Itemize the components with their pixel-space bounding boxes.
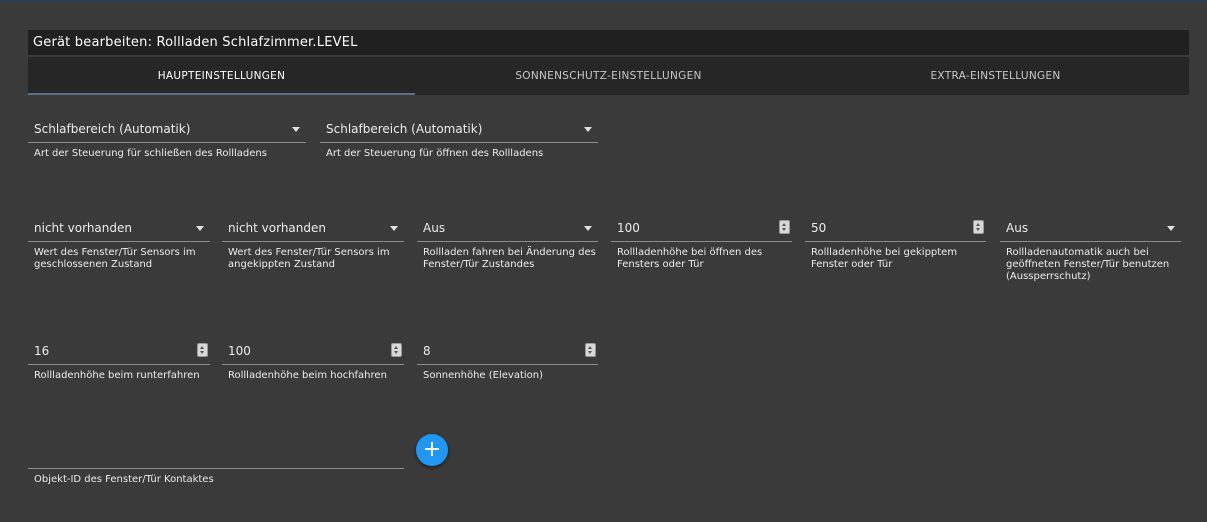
- dropdown-caret-icon: [584, 226, 592, 231]
- tab-main-settings[interactable]: HAUPTEINSTELLUNGEN: [28, 57, 415, 95]
- lockout-protection-value: Aus: [1006, 221, 1029, 235]
- close-mode-label: Art der Steuerung für schließen des Roll…: [34, 148, 267, 159]
- sensor-tilted-label: Wert des Fenster/Tür Sensors im angekipp…: [228, 247, 390, 270]
- add-contact-button[interactable]: +: [416, 434, 448, 466]
- number-spinner-icon[interactable]: [779, 220, 790, 234]
- sun-elevation-input[interactable]: 8: [417, 337, 598, 365]
- height-open-window-value: 100: [617, 221, 640, 235]
- sun-elevation-field: 8 Sonnenhöhe (Elevation): [417, 337, 598, 382]
- contact-id-field: Objekt-ID des Fenster/Tür Kontaktes: [28, 441, 404, 486]
- drive-on-change-field: Aus Rollladen fahren bei Änderung des Fe…: [417, 214, 598, 271]
- sensor-tilted-value: nicht vorhanden: [228, 221, 326, 235]
- height-open-window-label: Rollladenhöhe bei öffnen des Fensters od…: [617, 247, 763, 270]
- sensor-closed-field: nicht vorhanden Wert des Fenster/Tür Sen…: [28, 214, 210, 271]
- close-mode-value: Schlafbereich (Automatik): [34, 122, 191, 136]
- sensor-tilted-field: nicht vorhanden Wert des Fenster/Tür Sen…: [222, 214, 404, 271]
- tab-sun-protection-settings[interactable]: SONNENSCHUTZ-EINSTELLUNGEN: [415, 57, 802, 95]
- plus-icon: +: [422, 437, 442, 462]
- lockout-protection-select[interactable]: Aus: [1000, 214, 1181, 242]
- dropdown-caret-icon: [196, 226, 204, 231]
- height-tilted-window-value: 50: [811, 221, 827, 235]
- height-open-window-input[interactable]: 100: [611, 214, 792, 242]
- number-spinner-icon[interactable]: [585, 343, 596, 357]
- open-mode-value: Schlafbereich (Automatik): [326, 122, 483, 136]
- dropdown-caret-icon: [292, 127, 300, 132]
- sun-elevation-label: Sonnenhöhe (Elevation): [423, 370, 544, 381]
- number-spinner-icon[interactable]: [973, 220, 984, 234]
- sensor-closed-label: Wert des Fenster/Tür Sensors im geschlos…: [34, 247, 196, 270]
- dropdown-caret-icon: [1167, 226, 1175, 231]
- tab-bar: HAUPTEINSTELLUNGEN SONNENSCHUTZ-EINSTELL…: [28, 57, 1189, 95]
- height-up-input[interactable]: 100: [222, 337, 404, 365]
- sensor-tilted-select[interactable]: nicht vorhanden: [222, 214, 404, 242]
- height-down-input[interactable]: 16: [28, 337, 210, 365]
- height-up-value: 100: [228, 344, 251, 358]
- height-up-label: Rollladenhöhe beim hochfahren: [228, 370, 387, 381]
- drive-on-change-label: Rollladen fahren bei Änderung des Fenste…: [423, 247, 596, 270]
- dropdown-caret-icon: [584, 127, 592, 132]
- height-tilted-window-field: 50 Rollladenhöhe bei gekipptem Fenster o…: [805, 214, 986, 271]
- lockout-protection-field: Aus Rollladenautomatik auch bei geöffnet…: [1000, 214, 1181, 283]
- open-mode-select[interactable]: Schlafbereich (Automatik): [320, 115, 598, 143]
- close-mode-select[interactable]: Schlafbereich (Automatik): [28, 115, 306, 143]
- sun-elevation-value: 8: [423, 344, 431, 358]
- number-spinner-icon[interactable]: [391, 343, 402, 357]
- number-spinner-icon[interactable]: [197, 343, 208, 357]
- sensor-closed-select[interactable]: nicht vorhanden: [28, 214, 210, 242]
- open-mode-label: Art der Steuerung für öffnen des Rolllad…: [326, 148, 544, 159]
- contact-id-label: Objekt-ID des Fenster/Tür Kontaktes: [34, 474, 214, 485]
- height-up-field: 100 Rollladenhöhe beim hochfahren: [222, 337, 404, 382]
- dropdown-caret-icon: [390, 226, 398, 231]
- open-mode-field: Schlafbereich (Automatik) Art der Steuer…: [320, 115, 598, 160]
- tab-extra-settings[interactable]: EXTRA-EINSTELLUNGEN: [802, 57, 1189, 95]
- height-tilted-window-label: Rollladenhöhe bei gekipptem Fenster oder…: [811, 247, 958, 270]
- window-top-border: [0, 0, 1207, 2]
- drive-on-change-value: Aus: [423, 221, 446, 235]
- close-mode-field: Schlafbereich (Automatik) Art der Steuer…: [28, 115, 306, 160]
- height-tilted-window-input[interactable]: 50: [805, 214, 986, 242]
- sensor-closed-value: nicht vorhanden: [34, 221, 132, 235]
- height-down-value: 16: [34, 344, 50, 358]
- drive-on-change-select[interactable]: Aus: [417, 214, 598, 242]
- height-down-field: 16 Rollladenhöhe beim runterfahren: [28, 337, 210, 382]
- height-open-window-field: 100 Rollladenhöhe bei öffnen des Fenster…: [611, 214, 792, 271]
- contact-id-input[interactable]: [28, 441, 404, 469]
- dialog-title: Gerät bearbeiten: Rollladen Schlafzimmer…: [28, 30, 1189, 55]
- height-down-label: Rollladenhöhe beim runterfahren: [34, 370, 200, 381]
- lockout-protection-label: Rollladenautomatik auch bei geöffneten F…: [1006, 247, 1170, 282]
